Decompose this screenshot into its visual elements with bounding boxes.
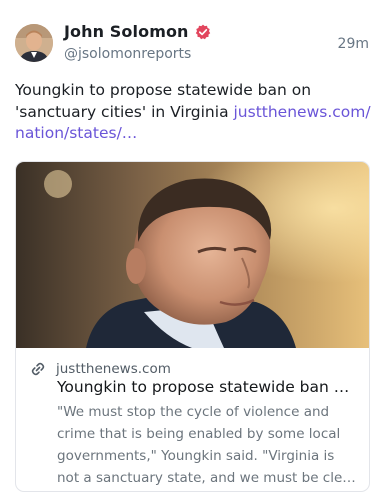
- link-preview-title: Youngkin to propose statewide ban on 'sa…: [57, 378, 357, 396]
- post-timestamp[interactable]: 29m: [338, 36, 369, 52]
- link-preview-image: [16, 162, 369, 348]
- link-icon: [31, 362, 45, 376]
- author-display-name[interactable]: John Solomon: [64, 22, 189, 41]
- feed-post: John Solomon @jsolomonreports 29m Youngk…: [0, 0, 385, 500]
- post-body: Youngkin to propose statewide ban on 'sa…: [15, 80, 375, 145]
- avatar-photo: [15, 24, 53, 62]
- link-preview-card[interactable]: justthenews.com Youngkin to propose stat…: [15, 161, 370, 492]
- link-preview-description: "We must stop the cycle of violence and …: [57, 404, 357, 486]
- author-avatar[interactable]: [15, 24, 53, 62]
- link-preview-domain-row: justthenews.com: [30, 361, 171, 377]
- link-preview-domain: justthenews.com: [56, 361, 171, 377]
- author-name-row: John Solomon: [64, 22, 211, 41]
- verified-badge-icon: [195, 24, 210, 39]
- author-handle[interactable]: @jsolomonreports: [64, 46, 191, 62]
